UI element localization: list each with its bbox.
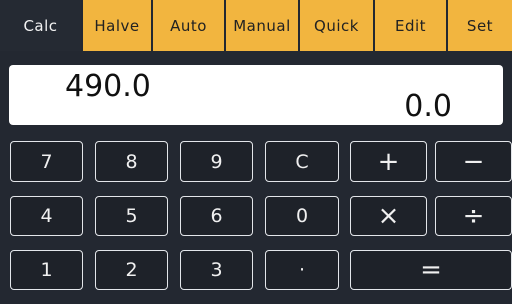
tab-halve[interactable]: Halve	[83, 0, 151, 51]
result-text: 0.0	[404, 89, 452, 124]
key-8[interactable]: 8	[95, 141, 168, 182]
tab-set[interactable]: Set	[448, 0, 512, 51]
minus-button[interactable]: −	[435, 141, 512, 182]
key-2[interactable]: 2	[95, 250, 168, 290]
key-1[interactable]: 1	[10, 250, 83, 290]
equals-button[interactable]: =	[350, 250, 512, 290]
tab-auto[interactable]: Auto	[153, 0, 224, 51]
key-0[interactable]: 0	[265, 196, 339, 236]
divide-button[interactable]: ÷	[435, 196, 512, 236]
key-3[interactable]: 3	[180, 250, 253, 290]
key-6[interactable]: 6	[180, 196, 253, 236]
key-5[interactable]: 5	[95, 196, 168, 236]
multiply-button[interactable]: ×	[350, 196, 427, 236]
tab-quick[interactable]: Quick	[300, 0, 373, 51]
clear-button[interactable]: C	[265, 141, 339, 182]
tab-calc[interactable]: Calc	[0, 0, 81, 51]
tab-manual[interactable]: Manual	[226, 0, 298, 51]
expression-text: 490.0	[65, 69, 151, 104]
tab-edit[interactable]: Edit	[375, 0, 446, 51]
key-7[interactable]: 7	[10, 141, 83, 182]
tab-bar: Calc Halve Auto Manual Quick Edit Set	[0, 0, 512, 51]
key-4[interactable]: 4	[10, 196, 83, 236]
decimal-point-button[interactable]: ·	[265, 250, 339, 290]
key-9[interactable]: 9	[180, 141, 253, 182]
plus-button[interactable]: +	[350, 141, 427, 182]
calculator-display: 490.0 0.0	[9, 65, 503, 125]
